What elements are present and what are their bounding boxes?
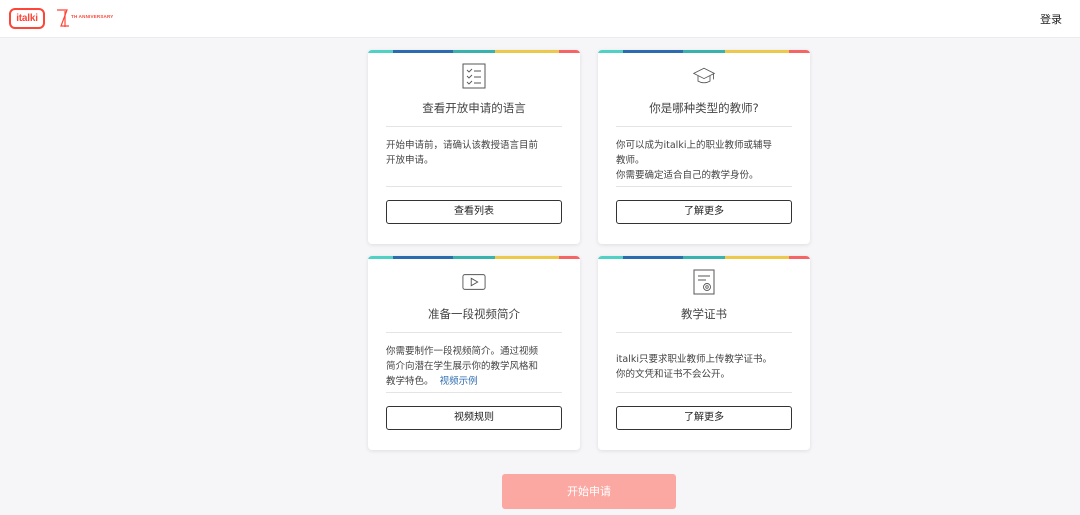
start-application-button[interactable]: 开始申请 — [502, 474, 676, 509]
top-bar: italki TH ANNIVERSARY 登录 — [0, 0, 1080, 38]
card-color-stripe — [368, 256, 580, 259]
card-title: 你是哪种类型的教师? — [649, 101, 759, 115]
divider — [616, 186, 792, 187]
card-title: 教学证书 — [681, 307, 727, 321]
card-description: 你需要制作一段视频简介。通过视频 简介向潜在学生展示你的教学风格和 教学特色。 … — [386, 346, 539, 387]
divider — [616, 126, 792, 127]
video-rules-button[interactable]: 视频规则 — [386, 406, 562, 430]
italki-logo[interactable]: italki — [9, 8, 45, 29]
learn-more-button[interactable]: 了解更多 — [616, 406, 792, 430]
card-title: 查看开放申请的语言 — [422, 101, 526, 115]
card-open-languages: 查看开放申请的语言 开始申请前，请确认该教授语言目前 开放申请。 查看列表 — [368, 50, 580, 244]
video-example-link[interactable]: 视频示例 — [440, 376, 478, 387]
divider — [386, 126, 562, 127]
learn-more-button[interactable]: 了解更多 — [616, 200, 792, 224]
anniversary-text: TH ANNIVERSARY — [71, 14, 114, 19]
divider — [386, 392, 562, 393]
card-color-stripe — [368, 50, 580, 53]
divider — [616, 332, 792, 333]
card-description: 你可以成为italki上的职业教师或辅导 教师。 你需要确定适合自己的教学身份。 — [616, 140, 772, 181]
divider — [616, 392, 792, 393]
divider — [386, 186, 562, 187]
login-link[interactable]: 登录 — [1040, 11, 1062, 27]
checklist-icon — [462, 63, 486, 89]
card-teaching-certificate: 教学证书 italki只要求职业教师上传教学证书。 你的文凭和证书不会公开。 了… — [598, 256, 810, 450]
view-list-button[interactable]: 查看列表 — [386, 200, 562, 224]
card-video-intro: 准备一段视频简介 你需要制作一段视频简介。通过视频 简介向潜在学生展示你的教学风… — [368, 256, 580, 450]
logo-text: italki — [16, 13, 38, 24]
card-description: 开始申请前，请确认该教授语言目前 开放申请。 — [386, 140, 539, 166]
card-teacher-type: 你是哪种类型的教师? 你可以成为italki上的职业教师或辅导 教师。 你需要确… — [598, 50, 810, 244]
certificate-icon — [692, 269, 716, 295]
card-color-stripe — [598, 256, 810, 259]
video-play-icon — [462, 269, 486, 295]
card-title: 准备一段视频简介 — [428, 307, 520, 321]
card-color-stripe — [598, 50, 810, 53]
divider — [386, 332, 562, 333]
card-description: italki只要求职业教师上传教学证书。 你的文凭和证书不会公开。 — [616, 354, 772, 380]
graduation-cap-icon — [692, 63, 716, 89]
